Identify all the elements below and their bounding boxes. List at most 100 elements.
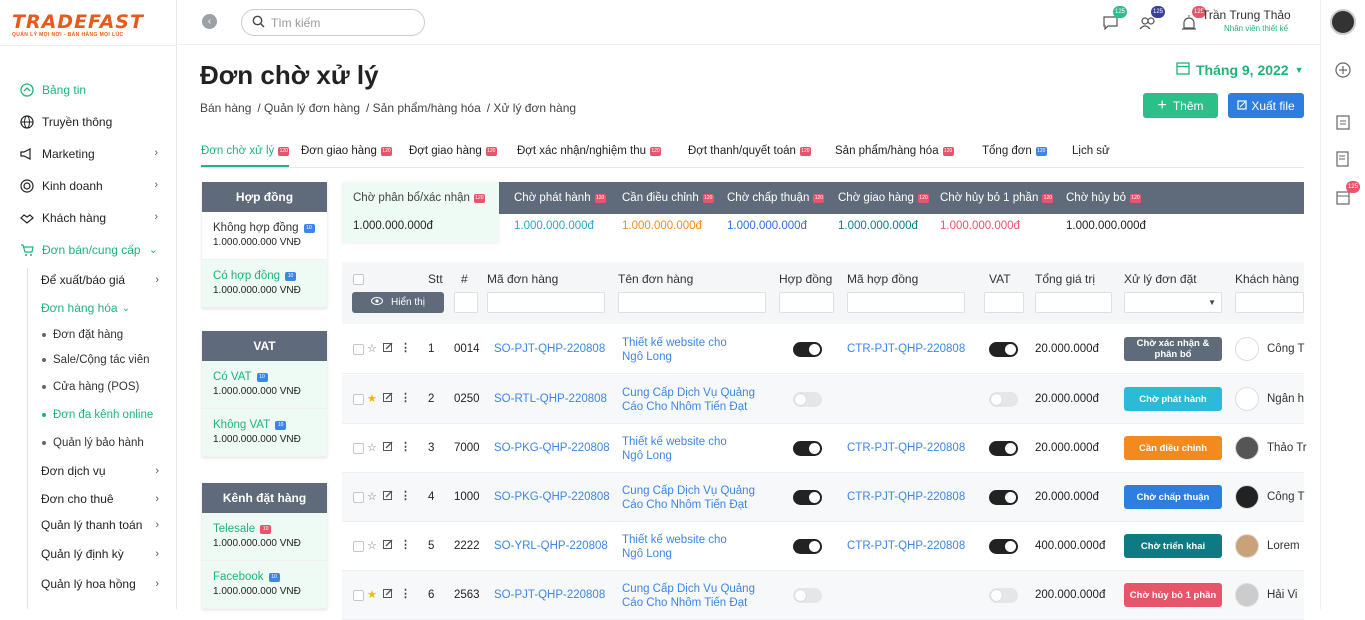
status-card-awaiting-delivery[interactable]: Chờ giao hàng 120	[838, 192, 929, 204]
export-button[interactable]: Xuất file	[1228, 93, 1304, 118]
cell-order-code[interactable]: SO-PJT-QHP-220808	[494, 589, 605, 601]
star-icon[interactable]: ☆	[367, 490, 377, 503]
filter-facebook[interactable]: Facebook 10 1.000.000.000 VNĐ	[202, 561, 327, 609]
cell-order-name[interactable]: Thiết kế website cho Ngô Long	[622, 435, 772, 463]
filter-customer-input[interactable]	[1235, 292, 1304, 313]
filter-without-vat[interactable]: Không VAT 10 1.000.000.000 VNĐ	[202, 409, 327, 457]
filter-vat-input[interactable]	[984, 292, 1024, 313]
status-button[interactable]: Cần điều chỉnh	[1124, 436, 1222, 460]
breadcrumb-item[interactable]: Bán hàng	[200, 101, 251, 115]
cell-order-code[interactable]: SO-PKG-QHP-220808	[494, 442, 610, 454]
cell-order-name[interactable]: Thiết kế website cho Ngô Long	[622, 533, 772, 561]
sidebar-item-sales[interactable]: Kinh doanh ›	[20, 176, 162, 196]
sidebar-sub-services[interactable]: Đơn dịch vụ ›	[41, 462, 161, 480]
cell-customer[interactable]: Hải Vi	[1267, 589, 1297, 601]
star-icon[interactable]: ☆	[367, 539, 377, 552]
cell-customer[interactable]: Thảo Tr	[1267, 442, 1307, 454]
month-picker[interactable]: Tháng 9, 2022 ▼	[1176, 61, 1304, 78]
brand-logo[interactable]: TRADEFAST QUẢN LÝ MỌI NƠI - BÁN HÀNG MỌI…	[12, 11, 144, 38]
column-header[interactable]: Tên đơn hàng	[618, 272, 693, 286]
star-icon[interactable]: ☆	[367, 342, 377, 355]
cell-order-name[interactable]: Thiết kế website cho Ngô Long	[622, 336, 772, 364]
status-card-awaiting-confirmation[interactable]: Chờ phân bổ/xác nhận 120 1.000.000.000đ	[342, 182, 499, 242]
status-card-partial-cancel[interactable]: Chờ hủy bỏ 1 phần 120	[940, 192, 1054, 204]
more-icon[interactable]: ⋮	[400, 489, 411, 502]
vat-toggle[interactable]	[989, 342, 1018, 357]
table-row[interactable]: ★ ⋮ 6 2563 SO-PJT-QHP-220808 Cung Cấp Dịch Vụ…	[342, 571, 1304, 620]
sidebar-item-customers[interactable]: Khách hàng ›	[20, 208, 162, 228]
filter-with-vat[interactable]: Có VAT 10 1.000.000.000 VNĐ	[202, 361, 327, 409]
more-icon[interactable]: ⋮	[400, 587, 411, 600]
edit-icon[interactable]	[383, 539, 393, 552]
tab-settlement-batches[interactable]: Đợt thanh/quyết toán 120	[688, 145, 811, 157]
column-header[interactable]: Stt	[428, 272, 443, 286]
contract-toggle[interactable]	[793, 441, 822, 456]
column-header[interactable]: Hợp đồng	[779, 272, 832, 286]
filter-no-contract[interactable]: Không hợp đồng 10 1.000.000.000 VNĐ	[202, 212, 327, 260]
sidebar-item-orders[interactable]: Đơn bán/cung cấp ⌄	[20, 240, 162, 260]
collapse-sidebar-button[interactable]: ‹	[202, 14, 217, 29]
vat-toggle[interactable]	[989, 539, 1018, 554]
sidebar-sub-rentals[interactable]: Đơn cho thuê ›	[41, 490, 161, 508]
column-header[interactable]: VAT	[989, 272, 1011, 286]
column-header[interactable]: Xử lý đơn đặt	[1124, 272, 1197, 286]
table-row[interactable]: ★ ⋮ 2 0250 SO-RTL-QHP-220808 Cung Cấp Dịch Vụ…	[342, 375, 1304, 424]
tab-pending-orders[interactable]: Đơn chờ xử lý 120	[201, 145, 290, 167]
breadcrumb-item[interactable]: / Sản phẩm/hàng hóa	[366, 101, 481, 115]
edit-icon[interactable]	[383, 441, 393, 454]
clipboard-icon[interactable]	[1334, 113, 1352, 131]
sidebar-sub-payments[interactable]: Quản lý thanh toán ›	[41, 516, 161, 534]
sidebar-item-marketing[interactable]: Marketing ›	[20, 144, 162, 164]
more-icon[interactable]: ⋮	[400, 440, 411, 453]
chat-button[interactable]: 125	[1100, 6, 1127, 34]
sidebar-item-dashboard[interactable]: Bảng tin	[20, 80, 162, 100]
cell-order-code[interactable]: SO-PJT-QHP-220808	[494, 343, 605, 355]
column-header[interactable]: Mã hợp đồng	[847, 272, 918, 286]
contract-toggle[interactable]	[793, 392, 822, 407]
sidebar-sub-quote[interactable]: Để xuất/báo giá ›	[41, 271, 161, 289]
select-all-checkbox[interactable]	[353, 274, 364, 285]
sidebar-subsub-warranty[interactable]: Quản lý bảo hành	[42, 434, 144, 452]
vat-toggle[interactable]	[989, 441, 1018, 456]
contract-toggle[interactable]	[793, 539, 822, 554]
breadcrumb-item[interactable]: / Xử lý đơn hàng	[487, 101, 576, 115]
star-icon[interactable]: ★	[367, 392, 377, 405]
sidebar-subsub-pos[interactable]: Cửa hàng (POS)	[42, 378, 139, 396]
status-card-awaiting-approval[interactable]: Chờ chấp thuận 120	[727, 192, 825, 204]
tab-history[interactable]: Lịch sử	[1072, 145, 1110, 157]
filter-num-input[interactable]	[454, 292, 478, 313]
cell-customer[interactable]: Ngân h	[1267, 393, 1304, 405]
column-header[interactable]: Tổng giá trị	[1035, 272, 1095, 286]
calendar-icon[interactable]: 125	[1334, 181, 1360, 206]
filter-name-input[interactable]	[618, 292, 766, 313]
status-card-needs-adjustment[interactable]: Cần điều chỉnh 120	[622, 192, 714, 204]
show-columns-button[interactable]: Hiển thị	[352, 292, 444, 313]
filter-total-input[interactable]	[1035, 292, 1112, 313]
column-header[interactable]: #	[461, 272, 468, 286]
cell-order-name[interactable]: Cung Cấp Dịch Vụ Quảng Cáo Cho Nhôm Tiến …	[622, 582, 772, 610]
row-checkbox[interactable]	[353, 443, 364, 454]
status-card-awaiting-cancel[interactable]: Chờ hủy bỏ 120	[1066, 192, 1141, 204]
filter-status-select[interactable]: ▼	[1124, 292, 1222, 313]
add-button[interactable]: + Thêm	[1143, 93, 1218, 118]
status-button[interactable]: Chờ phát hành	[1124, 387, 1222, 411]
vat-toggle[interactable]	[989, 588, 1018, 603]
edit-icon[interactable]	[383, 342, 393, 355]
tab-products[interactable]: Sản phẩm/hàng hóa 120	[835, 145, 954, 157]
row-checkbox[interactable]	[353, 541, 364, 552]
row-checkbox[interactable]	[353, 492, 364, 503]
user-name[interactable]: Trần Trung Thảo	[1202, 8, 1291, 22]
more-icon[interactable]: ⋮	[400, 538, 411, 551]
table-row[interactable]: ☆ ⋮ 1 0014 SO-PJT-QHP-220808 Thiết kế website…	[342, 325, 1305, 374]
row-checkbox[interactable]	[353, 394, 364, 405]
table-row[interactable]: ☆ ⋮ 4 1000 SO-PKG-QHP-220808 Cung Cấp Dịch Vụ…	[342, 473, 1305, 522]
sidebar-sub-goods-orders[interactable]: Đơn hàng hóa ⌄	[41, 299, 161, 317]
filter-contract-code-input[interactable]	[847, 292, 965, 313]
sidebar-sub-recurring[interactable]: Quản lý định kỳ ›	[41, 545, 161, 563]
cell-customer[interactable]: Công T	[1267, 343, 1305, 355]
sidebar-subsub-purchase-orders[interactable]: Đơn đặt hàng	[42, 326, 123, 344]
notifications-button[interactable]: 125	[1179, 6, 1206, 34]
status-card-awaiting-release[interactable]: Chờ phát hành 120	[514, 192, 606, 204]
cell-order-name[interactable]: Cung Cấp Dịch Vụ Quảng Cáo Cho Nhôm Tiến …	[622, 484, 772, 512]
sidebar-sub-commission[interactable]: Quản lý hoa hồng ›	[41, 575, 161, 593]
